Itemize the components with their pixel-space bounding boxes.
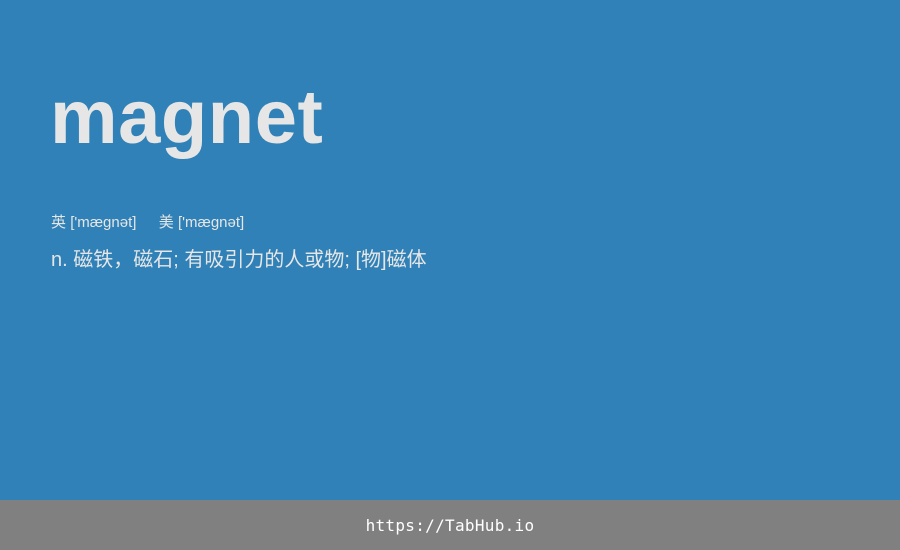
footer-bar: https://TabHub.io — [0, 500, 900, 550]
headword: magnet — [50, 75, 324, 160]
us-phonetic-label: 美 — [158, 214, 174, 231]
uk-phonetic-label: 英 — [51, 214, 67, 231]
word-card: magnet 英 ['mæɡnət] 美 ['mæɡnət] n. 磁铁，磁石;… — [0, 0, 900, 500]
us-phonetic: ['mæɡnət] — [177, 214, 245, 231]
tabhub-link[interactable]: https://TabHub.io — [366, 516, 535, 535]
phonetics-line: 英 ['mæɡnət] 美 ['mæɡnət] — [51, 212, 244, 234]
uk-phonetic: ['mæɡnət] — [70, 214, 137, 231]
definition-text: n. 磁铁，磁石; 有吸引力的人或物; [物]磁体 — [51, 249, 427, 271]
